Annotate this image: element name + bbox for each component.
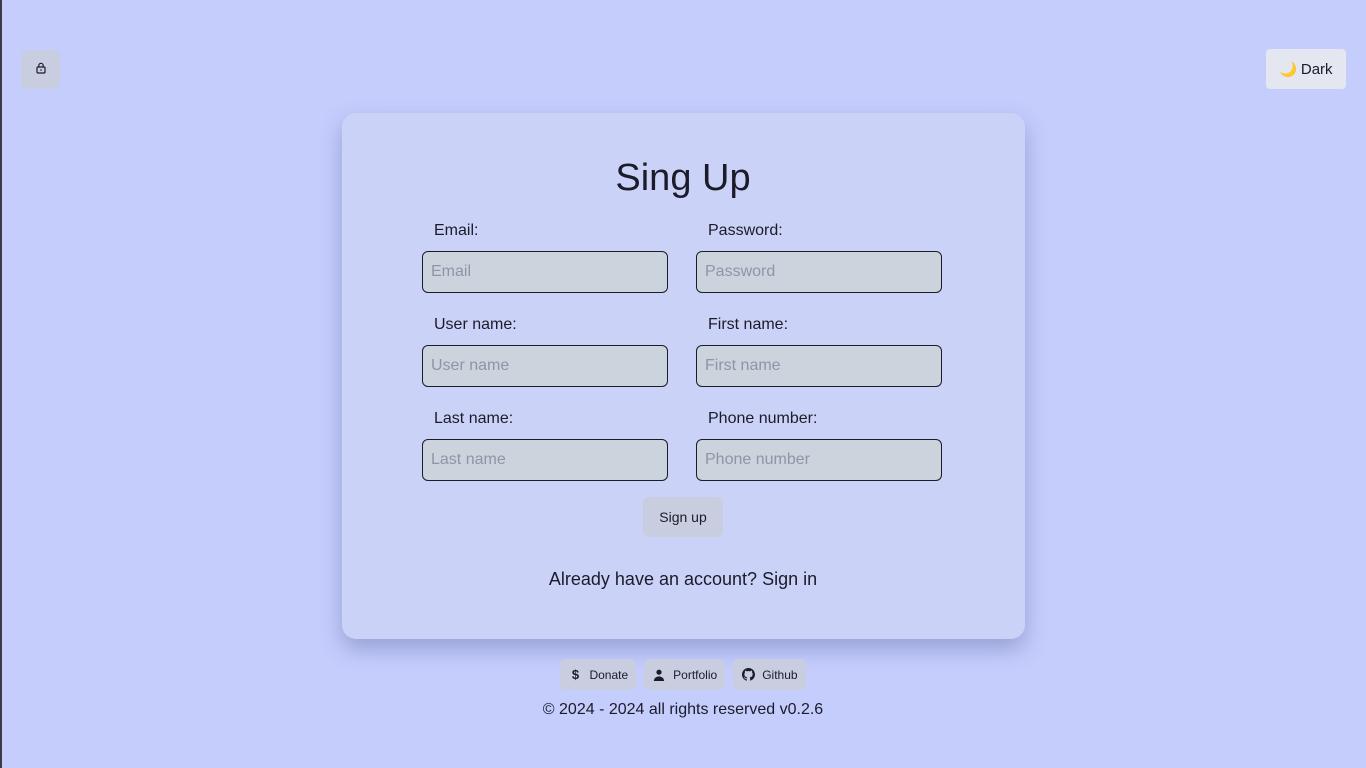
- lastname-field[interactable]: [422, 439, 668, 481]
- github-button[interactable]: Github: [733, 659, 806, 690]
- window-edge: [0, 0, 2, 768]
- lock-icon: [35, 61, 47, 79]
- lock-button[interactable]: [21, 50, 60, 89]
- username-label: User name:: [434, 316, 517, 333]
- dollar-icon: $: [571, 667, 580, 682]
- email-label: Email:: [434, 222, 479, 239]
- page-title: Sing Up: [615, 157, 751, 199]
- theme-toggle-label: Dark: [1300, 60, 1333, 78]
- donate-label: Donate: [589, 667, 629, 682]
- signin-prompt-text: Already have an account?: [548, 569, 758, 589]
- portfolio-label: Portfolio: [673, 667, 718, 682]
- signin-prompt-line: Already have an account? Sign in: [0, 568, 1366, 590]
- email-field[interactable]: [422, 251, 668, 293]
- password-label: Password:: [708, 222, 783, 239]
- firstname-field[interactable]: [696, 345, 942, 387]
- lastname-label: Last name:: [434, 410, 514, 427]
- password-field[interactable]: [696, 251, 942, 293]
- firstname-label: First name:: [708, 316, 789, 333]
- username-field[interactable]: [422, 345, 668, 387]
- portfolio-button[interactable]: Portfolio: [644, 659, 726, 690]
- donate-button[interactable]: $ Donate: [560, 659, 637, 690]
- theme-toggle-button[interactable]: 🌙 Dark: [1266, 49, 1346, 89]
- copyright-text: © 2024 - 2024 all rights reserved v0.2.6: [542, 701, 824, 718]
- phone-label: Phone number:: [708, 410, 818, 427]
- user-icon: [652, 668, 666, 682]
- github-label: Github: [762, 667, 798, 682]
- moon-icon: 🌙: [1279, 60, 1297, 77]
- github-icon: [741, 668, 755, 682]
- phone-field[interactable]: [696, 439, 942, 481]
- signin-link[interactable]: Sign in: [762, 569, 817, 589]
- footer-links: $ Donate Portfolio Github: [0, 659, 1366, 690]
- signup-button[interactable]: Sign up: [643, 497, 723, 537]
